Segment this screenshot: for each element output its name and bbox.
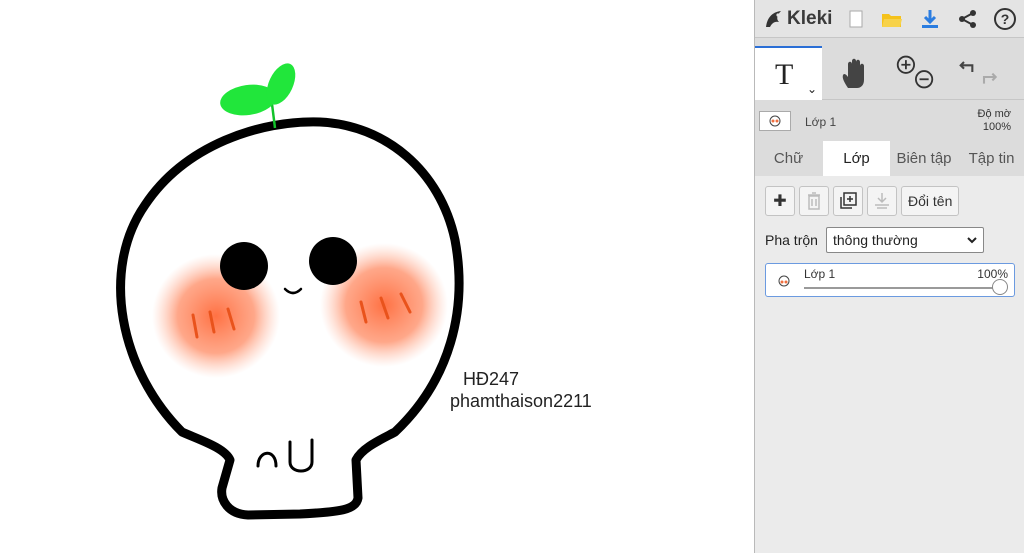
new-image-icon[interactable] — [843, 6, 869, 32]
download-icon[interactable] — [917, 6, 943, 32]
trash-icon — [808, 192, 820, 210]
blend-mode-select[interactable]: thông thường — [826, 227, 984, 253]
layer-list-item[interactable]: Lớp 1 100% — [765, 263, 1015, 297]
help-icon[interactable]: ? — [992, 6, 1018, 32]
share-icon[interactable] — [955, 6, 981, 32]
canvas-drawing — [116, 63, 464, 520]
layer-buttons: ✚ Đổi tên — [765, 186, 960, 216]
hand-icon[interactable] — [835, 52, 875, 96]
folder-icon[interactable] — [879, 6, 905, 32]
layers-panel: ✚ Đổi tên Pha trộn thông thường Lớp 1 10… — [755, 176, 1024, 553]
mouth — [283, 287, 303, 295]
panel-tabs: Chữ Lớp Biên tập Tập tin — [755, 141, 1024, 176]
layer-thumbnail[interactable] — [759, 111, 791, 131]
app-name: Kleki — [787, 8, 833, 29]
tab-edit[interactable]: Biên tập — [890, 141, 958, 176]
tool-row: T ⌄ — [755, 38, 1024, 100]
side-panel: Kleki ? T ⌄ Lớp 1 Độ mờ 100% Chữ Lớp Biê… — [754, 0, 1024, 553]
layer-item-thumbnail — [778, 275, 790, 287]
layer-opacity-readout: Độ mờ 100% — [978, 108, 1012, 134]
tab-text[interactable]: Chữ — [755, 141, 822, 176]
duplicate-layer-button[interactable] — [833, 186, 863, 216]
layer-item-name: Lớp 1 — [804, 267, 836, 281]
delete-layer-button[interactable] — [799, 186, 829, 216]
blend-mode-label: Pha trộn — [765, 232, 818, 248]
tab-file[interactable]: Tập tin — [958, 141, 1024, 176]
opacity-label: Độ mờ — [977, 108, 1012, 120]
kleki-logo-icon — [766, 11, 781, 27]
tab-layers[interactable]: Lớp — [823, 141, 890, 176]
zoom-icon[interactable] — [895, 50, 935, 94]
text-tool-button[interactable]: T ⌄ — [755, 46, 822, 100]
drawing-canvas[interactable]: HĐ247 phamthaison2211 — [0, 0, 754, 553]
left-eye — [220, 242, 268, 290]
opacity-value: 100% — [982, 121, 1011, 133]
undo-redo-icon[interactable] — [959, 50, 999, 94]
svg-text:?: ? — [1001, 11, 1010, 27]
kleki-logo[interactable]: Kleki — [763, 6, 832, 32]
kleki-app: HĐ247 phamthaison2211 Kleki ? T ⌄ Lớp 1 … — [0, 0, 1024, 553]
layer-preview-bar: Lớp 1 Độ mờ 100% — [755, 101, 1024, 139]
chevron-down-icon — [966, 231, 978, 252]
slider-handle[interactable] — [992, 279, 1008, 295]
merge-down-button[interactable] — [867, 186, 897, 216]
chevron-down-icon[interactable]: ⌄ — [807, 82, 817, 96]
top-toolbar: Kleki ? — [755, 0, 1024, 38]
rename-layer-button[interactable]: Đổi tên — [901, 186, 960, 216]
canvas-text-line-2: phamthaison2211 — [450, 391, 592, 411]
right-foot — [288, 438, 314, 473]
merge-down-icon — [875, 193, 889, 209]
right-eye — [309, 237, 357, 285]
add-layer-button[interactable]: ✚ — [765, 186, 795, 216]
canvas-text-line-1: HĐ247 — [463, 369, 520, 389]
text-tool-icon: T — [775, 58, 794, 91]
layer-opacity-slider[interactable] — [804, 287, 1000, 289]
current-layer-name: Lớp 1 — [805, 115, 837, 129]
blend-mode-value: thông thường — [833, 232, 918, 248]
duplicate-icon — [840, 192, 857, 209]
left-foot — [256, 451, 278, 468]
